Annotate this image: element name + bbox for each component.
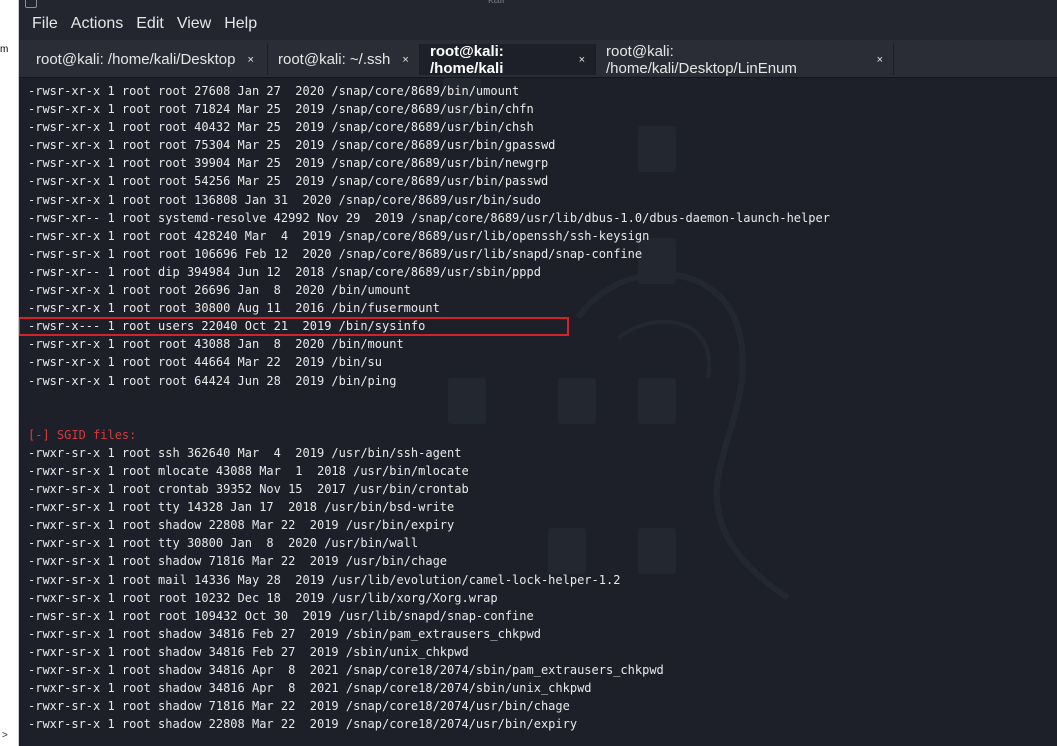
- tab-label: root@kali: /home/kali/Desktop/LinEnum: [606, 42, 797, 77]
- terminal-lines: -rwsr-xr-x 1 root root 27608 Jan 27 2020…: [28, 82, 830, 733]
- terminal-line: -rwsr-xr-x 1 root root 30800 Aug 11 2016…: [28, 301, 440, 316]
- terminal-line: -rwxr-sr-x 1 root shadow 34816 Feb 27 20…: [28, 626, 541, 641]
- tab-linenum[interactable]: root@kali: /home/kali/Desktop/LinEnum ×: [596, 42, 894, 77]
- terminal-line: -rwxr-sr-x 1 root root 10232 Dec 18 2019…: [28, 590, 498, 605]
- tab-home-kali[interactable]: root@kali: /home/kali ×: [420, 42, 596, 77]
- terminal-line: -rwxr-sr-x 1 root shadow 34816 Apr 8 202…: [28, 681, 592, 696]
- menu-edit[interactable]: Edit: [135, 15, 165, 33]
- terminal-line: -rwxr-sr-x 1 root shadow 71816 Mar 22 20…: [28, 699, 570, 714]
- terminal-line: -rwsr-xr-x 1 root root 54256 Mar 25 2019…: [28, 174, 549, 189]
- terminal-line: -rwxr-sr-x 1 root mail 14336 May 28 2019…: [28, 572, 621, 587]
- terminal-line: -rwxr-sr-x 1 root shadow 71816 Mar 22 20…: [28, 554, 448, 569]
- terminal-line: -rwxr-sr-x 1 root tty 14328 Jan 17 2018 …: [28, 500, 455, 515]
- terminal-line: -rwsr-xr-x 1 root root 75304 Mar 25 2019…: [28, 138, 556, 153]
- terminal-line: -rwxr-sr-x 1 root shadow 22808 Mar 22 20…: [28, 717, 578, 732]
- terminal-output[interactable]: -rwsr-xr-x 1 root root 27608 Jan 27 2020…: [18, 78, 1057, 746]
- menu-file[interactable]: File: [31, 15, 59, 33]
- tab-ssh[interactable]: root@kali: ~/.ssh ×: [268, 44, 420, 75]
- highlight-annotation-box: [18, 317, 569, 336]
- menu-actions[interactable]: Actions: [70, 15, 124, 33]
- left-strip-text: m: [0, 44, 9, 55]
- terminal-line: -rwsr-xr-- 1 root systemd-resolve 42992 …: [28, 210, 830, 225]
- terminal-line: -rwxr-sr-x 1 root crontab 39352 Nov 15 2…: [28, 482, 469, 497]
- terminal-line: -rwsr-xr-x 1 root root 39904 Mar 25 2019…: [28, 156, 549, 171]
- menu-bar: File Actions Edit View Help: [18, 8, 1057, 40]
- terminal-line: -rwsr-xr-x 1 root root 428240 Mar 4 2019…: [28, 228, 650, 243]
- terminal-line: -rwsr-sr-x 1 root root 109432 Oct 30 201…: [28, 608, 534, 623]
- terminal-line: -rwsr-sr-x 1 root root 106696 Feb 12 202…: [28, 246, 643, 261]
- terminal-line: -rwsr-xr-x 1 root root 71824 Mar 25 2019…: [28, 102, 534, 117]
- terminal-line: -rwxr-sr-x 1 root shadow 22808 Mar 22 20…: [28, 518, 455, 533]
- terminal-line: -rwsr-xr-x 1 root root 26696 Jan 8 2020 …: [28, 283, 411, 298]
- tab-label: root@kali: /home/kali/Desktop: [36, 51, 236, 68]
- tab-bar: root@kali: /home/kali/Desktop × root@kal…: [18, 40, 1057, 78]
- chevron-right-icon[interactable]: >: [2, 730, 8, 741]
- close-icon[interactable]: ×: [247, 54, 253, 66]
- menu-help[interactable]: Help: [223, 15, 258, 33]
- terminal-line: -rwsr-xr-- 1 root dip 394984 Jun 12 2018…: [28, 264, 541, 279]
- section-header: [-] SGID files:: [28, 427, 137, 442]
- close-icon[interactable]: ×: [877, 54, 883, 66]
- terminal-line: -rwsr-xr-x 1 root root 136808 Jan 31 202…: [28, 192, 541, 207]
- close-icon[interactable]: ×: [402, 54, 408, 66]
- menu-view[interactable]: View: [176, 15, 212, 33]
- tab-desktop[interactable]: root@kali: /home/kali/Desktop ×: [26, 44, 268, 75]
- left-window-strip: m >: [0, 0, 19, 746]
- terminal-line: -rwxr-sr-x 1 root shadow 34816 Apr 8 202…: [28, 663, 664, 677]
- tab-label: root@kali: /home/kali: [430, 42, 504, 77]
- terminal-line: -rwsr-xr-x 1 root root 64424 Jun 28 2019…: [28, 373, 397, 388]
- title-bar: kali: [18, 0, 1057, 8]
- terminal-window: kali File Actions Edit View Help root@ka…: [18, 0, 1057, 746]
- terminal-line: -rwsr-xr-x 1 root root 27608 Jan 27 2020…: [28, 84, 520, 98]
- close-icon[interactable]: ×: [579, 54, 585, 66]
- terminal-line: -rwsr-xr-x 1 root root 40432 Mar 25 2019…: [28, 120, 534, 135]
- terminal-line: -rwsr-xr-x 1 root root 43088 Jan 8 2020 …: [28, 337, 404, 352]
- terminal-line: -rwsr-xr-x 1 root root 44664 Mar 22 2019…: [28, 355, 383, 370]
- terminal-line: -rwxr-sr-x 1 root ssh 362640 Mar 4 2019 …: [28, 445, 462, 460]
- terminal-line: -rwxr-sr-x 1 root tty 30800 Jan 8 2020 /…: [28, 536, 419, 551]
- terminal-line: -rwxr-sr-x 1 root shadow 34816 Feb 27 20…: [28, 644, 469, 659]
- window-menu-icon[interactable]: [25, 0, 37, 8]
- terminal-line: -rwxr-sr-x 1 root mlocate 43088 Mar 1 20…: [28, 463, 469, 478]
- window-title: kali: [488, 0, 505, 6]
- tab-label: root@kali: ~/.ssh: [278, 51, 391, 68]
